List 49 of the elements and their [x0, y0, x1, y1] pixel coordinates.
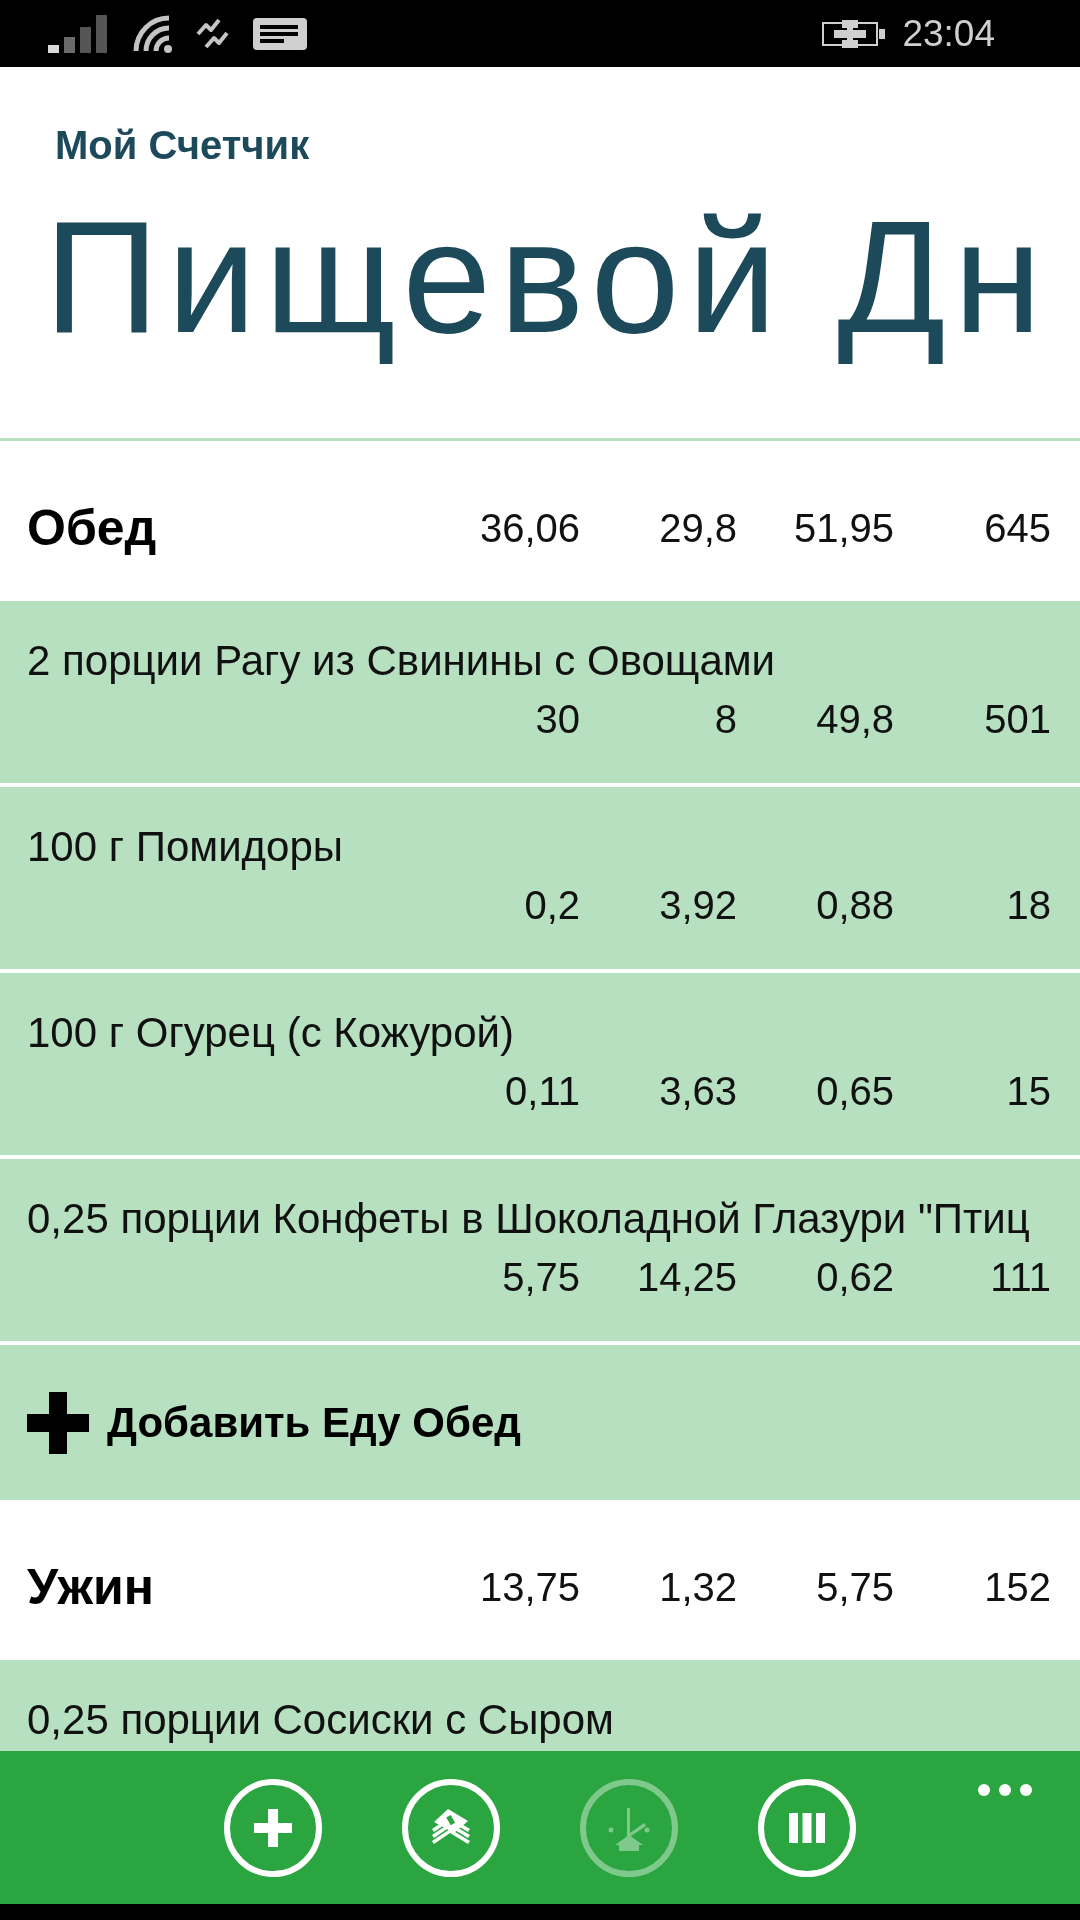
food-name: 100 г Огурец (с Кожурой) [27, 1009, 514, 1056]
meal-name: Обед [27, 500, 157, 556]
nutrient-value: 15 [1006, 1068, 1051, 1115]
food-item[interactable]: 100 г Помидоры 0,2 3,92 0,88 18 [0, 787, 1080, 969]
nutrient-value: 3,92 [659, 882, 737, 929]
meal-total: 5,75 [816, 1563, 894, 1611]
nutrient-value: 8 [714, 696, 737, 743]
meal-total: 36,06 [479, 504, 580, 552]
food-item[interactable]: 2 порции Рагу из Свинины с Овощами 30 8 49,8 501 [0, 601, 1080, 783]
food-name: 0,25 порции Сосиски с Сыром [27, 1696, 614, 1743]
nutrient-value: 18 [1006, 882, 1051, 929]
meal-name: Ужин [27, 1559, 154, 1615]
meal-total: 51,95 [793, 504, 894, 552]
food-name: 0,25 порции Конфеты в Шоколадной Глазури "Птиц [27, 1195, 1030, 1242]
nutrient-value: 501 [984, 696, 1051, 743]
message-icon [253, 17, 307, 50]
meal-total: 152 [984, 1563, 1051, 1611]
nutrient-value: 49,8 [816, 696, 894, 743]
nutrient-value: 5,75 [502, 1254, 580, 1301]
columns-button[interactable] [758, 1778, 856, 1877]
more-icon [978, 1783, 1032, 1796]
meal-total: 1,32 [659, 1563, 737, 1611]
meal-total: 645 [984, 504, 1051, 552]
nutrient-value: 0,11 [505, 1068, 580, 1115]
add-button[interactable] [224, 1778, 322, 1877]
meal-total: 29,8 [659, 504, 737, 552]
food-name: 100 г Помидоры [27, 823, 344, 870]
nutrient-value: 0,62 [816, 1254, 894, 1301]
nutrient-value: 0,88 [816, 882, 894, 929]
nutrient-value: 0,2 [524, 882, 580, 929]
wifi-icon [133, 14, 173, 53]
signal-icon [48, 14, 108, 53]
nutrient-value: 0,65 [816, 1068, 894, 1115]
nutrient-value: 3,63 [659, 1068, 737, 1115]
plus-icon [27, 1391, 89, 1454]
food-item[interactable]: 100 г Огурец (с Кожурой) 0,11 3,63 0,65 15 [0, 973, 1080, 1155]
food-item[interactable]: 0,25 порции Сосиски с Сыром [0, 1660, 1080, 1751]
app-name: Мой Счетчик [54, 122, 311, 169]
food-name: 2 порции Рагу из Свинины с Овощами [27, 637, 776, 684]
food-item[interactable]: 0,25 порции Конфеты в Шоколадной Глазури "Птиц 5,75 14,25 0,62 111 [0, 1159, 1080, 1341]
nutrient-value: 111 [990, 1254, 1051, 1301]
pages-button[interactable] [402, 1778, 500, 1877]
clock-time: 23:04 [902, 15, 995, 52]
page-title: Пищевой Дн [44, 186, 1050, 368]
nutrient-value: 14,25 [636, 1254, 737, 1301]
meal-total: 13,75 [479, 1563, 580, 1611]
add-food-button[interactable]: Добавить Еду Обед [0, 1345, 1080, 1500]
battery-charging-icon [822, 19, 887, 48]
nutrient-value: 30 [535, 696, 580, 743]
